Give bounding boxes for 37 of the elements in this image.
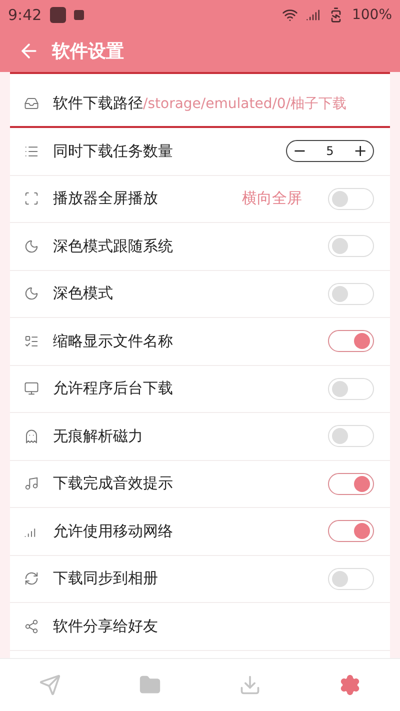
setting-label: 下载完成音效提示: [53, 474, 173, 494]
setting-label: 深色模式跟随系统: [53, 236, 173, 256]
signal-icon: [306, 8, 320, 22]
music-note-icon: [24, 476, 39, 492]
plus-button[interactable]: +: [354, 143, 367, 160]
toggle-switch[interactable]: [328, 520, 374, 542]
setting-label: 软件分享给好友: [53, 616, 158, 636]
list-icon: [24, 334, 39, 349]
setting-label: 深色模式: [53, 284, 113, 304]
toggle-switch[interactable]: [328, 330, 374, 352]
moon-icon: [24, 286, 39, 302]
app-icon: [50, 7, 66, 23]
battery-level: 100%: [352, 7, 392, 23]
setting-label: 软件下载路径: [53, 94, 143, 113]
notification-icon: [74, 10, 84, 20]
share-icon: [24, 618, 39, 634]
toggle-switch[interactable]: [328, 472, 374, 495]
setting-label: 缩略显示文件名称: [53, 332, 173, 351]
tray-icon: [24, 96, 39, 111]
refresh-icon: [24, 571, 39, 586]
setting-label: 同时下载任务数量: [53, 142, 173, 161]
setting-label: 播放器全屏播放: [53, 189, 158, 208]
status-time: 9:42: [8, 6, 42, 24]
setting-label: 下载同步到相册: [53, 569, 158, 588]
setting-label: 允许程序后台下载: [53, 379, 173, 398]
wifi-icon: [282, 7, 298, 23]
ghost-icon: [24, 428, 39, 444]
setting-label: 允许使用移动网络: [53, 522, 173, 541]
moon-icon: [24, 238, 39, 254]
minus-button[interactable]: −: [293, 143, 306, 160]
setting-hint: 横向全屏: [242, 189, 302, 208]
count-value: 5: [326, 144, 334, 158]
page-title: 软件设置: [52, 40, 124, 63]
monitor-icon: [24, 381, 39, 396]
setting-label: 无痕解析磁力: [53, 426, 143, 446]
scan-icon: [24, 191, 39, 206]
highlighted-row[interactable]: 软件下载路径/storage/emulated/0/柚子下载: [10, 72, 390, 128]
